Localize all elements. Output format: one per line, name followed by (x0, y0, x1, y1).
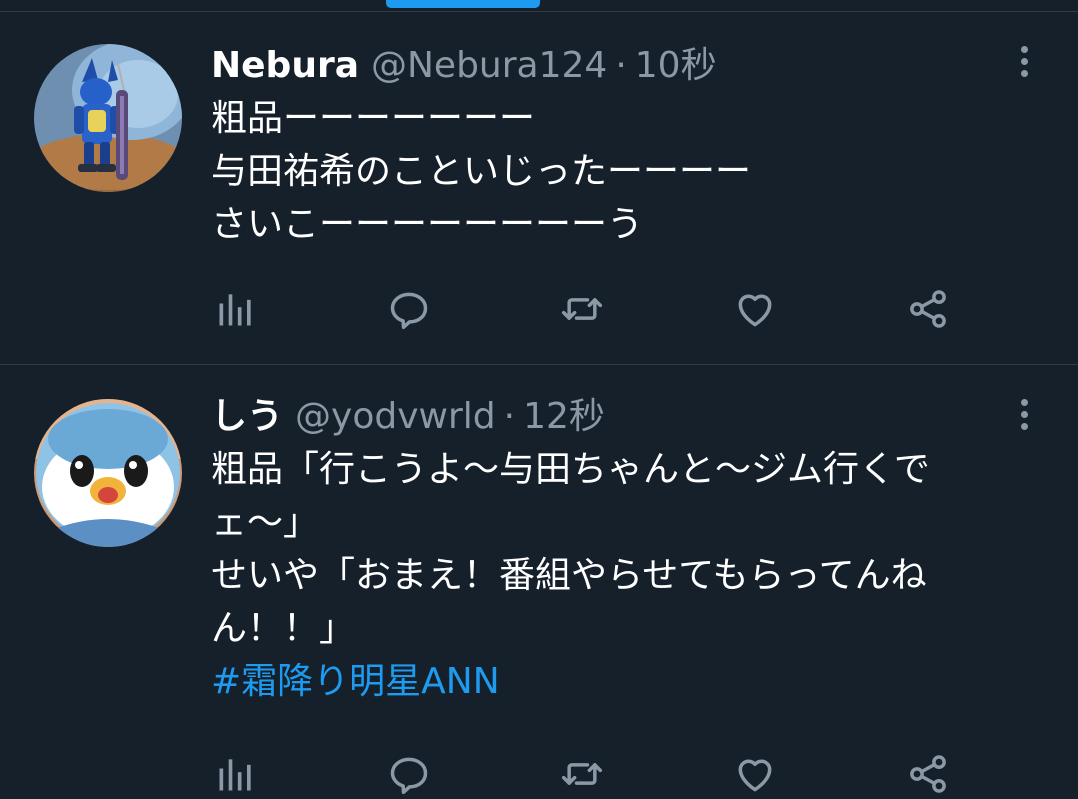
tweet-header: しう @yodvwrld · 12秒 (211, 393, 1018, 441)
retweet-icon (561, 763, 603, 785)
timestamp[interactable]: 10秒 (635, 42, 717, 90)
like-icon (738, 759, 772, 792)
views-icon (219, 294, 251, 326)
tweet-line: せいや「おまえ！番組やらせてもらってんね (211, 555, 927, 596)
reply-icon (390, 292, 428, 330)
separator: · (503, 396, 516, 437)
views-button[interactable] (211, 284, 261, 334)
tweet-line: さいこーーーーーーーーう (211, 204, 644, 245)
share-button[interactable] (903, 749, 953, 799)
retweet-icon (561, 298, 603, 320)
like-button[interactable] (730, 284, 780, 334)
views-icon (219, 759, 251, 791)
share-icon (910, 290, 946, 328)
tab-indicator (386, 0, 540, 8)
like-icon (738, 294, 772, 327)
reply-button[interactable] (384, 284, 434, 334)
tweet-line: ん！！」 (211, 608, 356, 649)
hashtag-link[interactable]: #霜降り明星ANN (211, 655, 1018, 708)
tweet-content: しう @yodvwrld · 12秒 粗品「行こうよ〜与田ちゃんと〜ジム行くで … (211, 393, 1018, 708)
like-button[interactable] (730, 749, 780, 799)
retweet-button[interactable] (557, 284, 607, 334)
tweet[interactable]: しう @yodvwrld · 12秒 粗品「行こうよ〜与田ちゃんと〜ジム行くで … (0, 365, 1078, 798)
tweet-line: ェ〜」 (211, 502, 320, 543)
more-options-icon[interactable] (1014, 42, 1034, 82)
display-name[interactable]: Nebura (211, 42, 359, 90)
tweet-line: 粗品「行こうよ〜与田ちゃんと〜ジム行くで (211, 449, 930, 490)
reply-icon (390, 757, 428, 795)
avatar[interactable] (34, 44, 182, 192)
username[interactable]: @yodvwrld (295, 393, 496, 441)
tweet-text: 粗品ーーーーーーー 与田祐希のこといじったーーーー さいこーーーーーーーーう (211, 92, 1018, 251)
tweet[interactable]: Nebura @Nebura124 · 10秒 粗品ーーーーーーー 与田祐希のこ… (0, 12, 1078, 365)
lucario-avatar-icon (34, 44, 182, 192)
action-bar (211, 284, 958, 334)
retweet-button[interactable] (557, 749, 607, 799)
timestamp[interactable]: 12秒 (523, 393, 605, 441)
tweet-line: 粗品ーーーーーーー (211, 98, 536, 139)
action-bar (211, 749, 958, 799)
views-button[interactable] (211, 749, 261, 799)
avatar[interactable] (34, 399, 182, 547)
piplup-avatar-icon (34, 399, 182, 547)
separator: · (615, 45, 627, 86)
tweet-content: Nebura @Nebura124 · 10秒 粗品ーーーーーーー 与田祐希のこ… (211, 42, 1018, 251)
tweet-text: 粗品「行こうよ〜与田ちゃんと〜ジム行くで ェ〜」 せいや「おまえ！番組やらせても… (211, 443, 1018, 708)
username[interactable]: @Nebura124 (371, 42, 607, 90)
display-name[interactable]: しう (211, 393, 283, 441)
more-options-icon[interactable] (1014, 395, 1034, 435)
tweet-header: Nebura @Nebura124 · 10秒 (211, 42, 1018, 90)
share-icon (910, 755, 946, 793)
reply-button[interactable] (384, 749, 434, 799)
share-button[interactable] (903, 284, 953, 334)
tweet-line: 与田祐希のこといじったーーーー (211, 151, 752, 192)
